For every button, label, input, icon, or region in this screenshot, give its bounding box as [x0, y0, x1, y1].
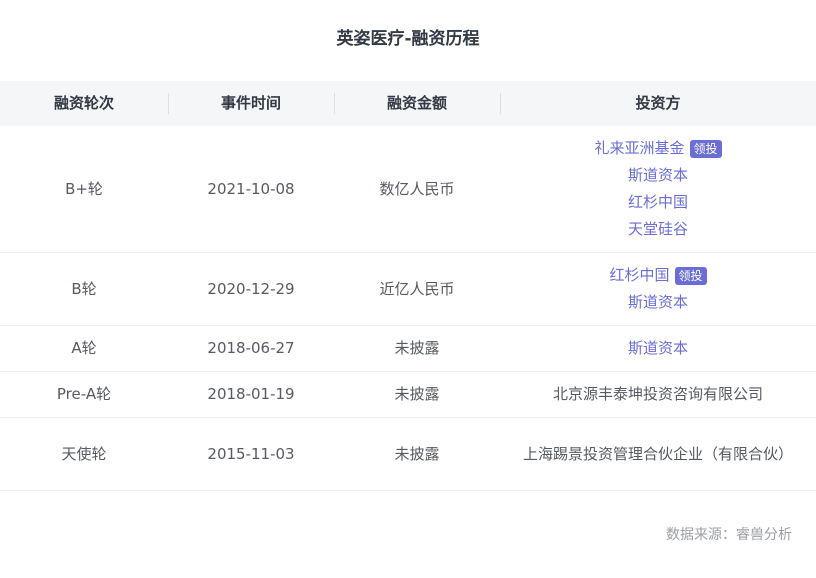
investors-cell: 礼来亚洲基金 领投 斯道资本 红杉中国 天堂硅谷: [500, 126, 816, 252]
date-cell: 2018-01-19: [207, 385, 295, 403]
round-cell: B+轮: [65, 179, 103, 198]
round-cell: 天使轮: [61, 444, 107, 463]
table-row: B+轮 2021-10-08 数亿人民币 礼来亚洲基金 领投 斯道资本 红杉中国…: [0, 126, 816, 253]
date-cell: 2021-10-08: [207, 179, 295, 198]
investors-cell: 北京源丰泰坤投资咨询有限公司: [552, 385, 763, 403]
amount-cell: 未披露: [394, 444, 440, 463]
investor-link[interactable]: 天堂硅谷: [628, 216, 688, 243]
table-row: A轮 2018-06-27 未披露 斯道资本: [0, 326, 816, 372]
table-row: Pre-A轮 2018-01-19 未披露 北京源丰泰坤投资咨询有限公司: [0, 372, 816, 418]
lead-badge: 领投: [689, 139, 722, 158]
round-cell: B轮: [71, 279, 97, 298]
lead-badge: 领投: [674, 266, 707, 285]
investors-cell: 红杉中国 领投 斯道资本: [500, 253, 816, 325]
investor-name[interactable]: 红杉中国: [609, 262, 669, 289]
amount-cell: 未披露: [394, 339, 440, 357]
investor-link[interactable]: 斯道资本: [628, 162, 688, 189]
investors-cell: 上海踢景投资管理合伙企业（有限合伙）: [522, 444, 793, 463]
round-cell: A轮: [71, 339, 97, 357]
header-amount: 融资金额: [334, 81, 500, 126]
amount-cell: 未披露: [394, 385, 440, 403]
date-cell: 2015-11-03: [207, 444, 295, 463]
investor-link[interactable]: 斯道资本: [628, 289, 688, 316]
table-header: 融资轮次 事件时间 融资金额 投资方: [0, 81, 816, 126]
investor-link[interactable]: 红杉中国: [628, 189, 688, 216]
investor-link[interactable]: 红杉中国 领投: [609, 262, 707, 289]
data-source: 数据来源：睿兽分析: [666, 527, 792, 543]
investor-name[interactable]: 礼来亚洲基金: [594, 135, 684, 162]
round-cell: Pre-A轮: [56, 385, 112, 403]
date-cell: 2020-12-29: [207, 279, 295, 298]
amount-cell: 近亿人民币: [379, 279, 455, 298]
amount-cell: 数亿人民币: [379, 179, 455, 198]
table-row: 天使轮 2015-11-03 未披露 上海踢景投资管理合伙企业（有限合伙）: [0, 418, 816, 491]
header-investors: 投资方: [500, 81, 816, 126]
financing-table: 融资轮次 事件时间 融资金额 投资方 B+轮 2021-10-08 数亿人民币 …: [0, 81, 816, 491]
date-cell: 2018-06-27: [207, 339, 295, 357]
investors-cell: 斯道资本: [500, 326, 816, 371]
page-title: 英姿医疗-融资历程: [336, 29, 480, 49]
investor-link[interactable]: 礼来亚洲基金 领投: [594, 135, 722, 162]
header-round: 融资轮次: [53, 94, 114, 112]
investor-link[interactable]: 斯道资本: [628, 335, 688, 362]
table-row: B轮 2020-12-29 近亿人民币 红杉中国 领投 斯道资本: [0, 253, 816, 326]
header-date: 事件时间: [168, 81, 334, 126]
